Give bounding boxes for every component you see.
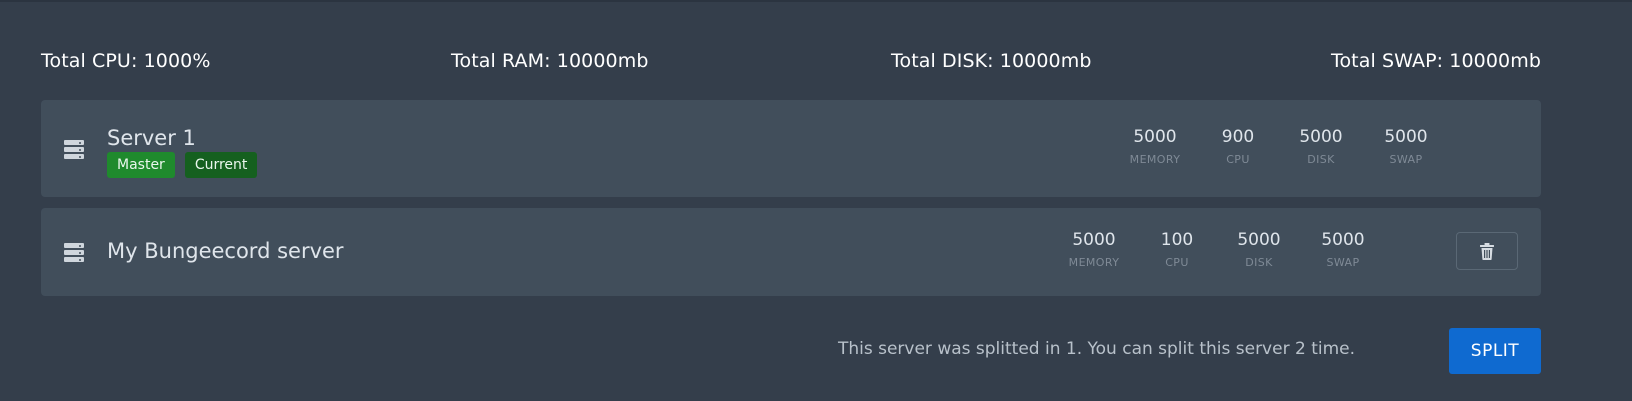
memory-stat: 5000 MEMORY [1120,127,1190,166]
memory-value: 5000 [1072,230,1116,250]
memory-stat: 5000 MEMORY [1059,230,1129,269]
memory-label: MEMORY [1068,256,1120,269]
swap-label: SWAP [1389,153,1423,166]
disk-label: DISK [1307,153,1335,166]
swap-stat: 5000 SWAP [1308,230,1378,269]
split-info-text: This server was splitted in 1. You can s… [837,339,1355,359]
disk-stat: 5000 DISK [1286,127,1356,166]
memory-label: MEMORY [1129,153,1181,166]
total-cpu: Total CPU: 1000% [41,50,211,72]
memory-value: 5000 [1133,127,1177,147]
total-swap: Total SWAP: 10000mb [1330,50,1541,72]
cpu-value: 100 [1160,230,1194,250]
server-badges: Master Current [107,152,258,178]
cpu-label: CPU [1226,153,1250,166]
cpu-value: 900 [1221,127,1255,147]
swap-stat: 5000 SWAP [1371,127,1441,166]
swap-value: 5000 [1321,230,1365,250]
current-badge: Current [184,152,258,178]
resource-totals: Total CPU: 1000% Total RAM: 10000mb Tota… [41,50,1541,80]
cpu-stat: 100 CPU [1142,230,1212,269]
disk-label: DISK [1245,256,1273,269]
server-card-server-1: Server 1 Master Current 5000 MEMORY 900 … [41,100,1541,197]
top-divider [0,0,1632,2]
cpu-label: CPU [1165,256,1189,269]
delete-server-button[interactable] [1456,232,1518,270]
server-name: Server 1 [107,126,196,150]
swap-label: SWAP [1326,256,1360,269]
cpu-stat: 900 CPU [1203,127,1273,166]
swap-value: 5000 [1384,127,1428,147]
trash-icon [1480,242,1494,260]
server-icon [64,243,84,262]
master-badge: Master [107,152,175,178]
server-card-bungeecord: My Bungeecord server 5000 MEMORY 100 CPU… [41,208,1541,296]
disk-stat: 5000 DISK [1224,230,1294,269]
disk-value: 5000 [1237,230,1281,250]
server-name: My Bungeecord server [107,239,344,263]
total-ram: Total RAM: 10000mb [451,50,649,72]
server-icon [64,140,84,159]
disk-value: 5000 [1299,127,1343,147]
split-button[interactable]: SPLIT [1449,328,1541,374]
total-disk: Total DISK: 10000mb [891,50,1092,72]
